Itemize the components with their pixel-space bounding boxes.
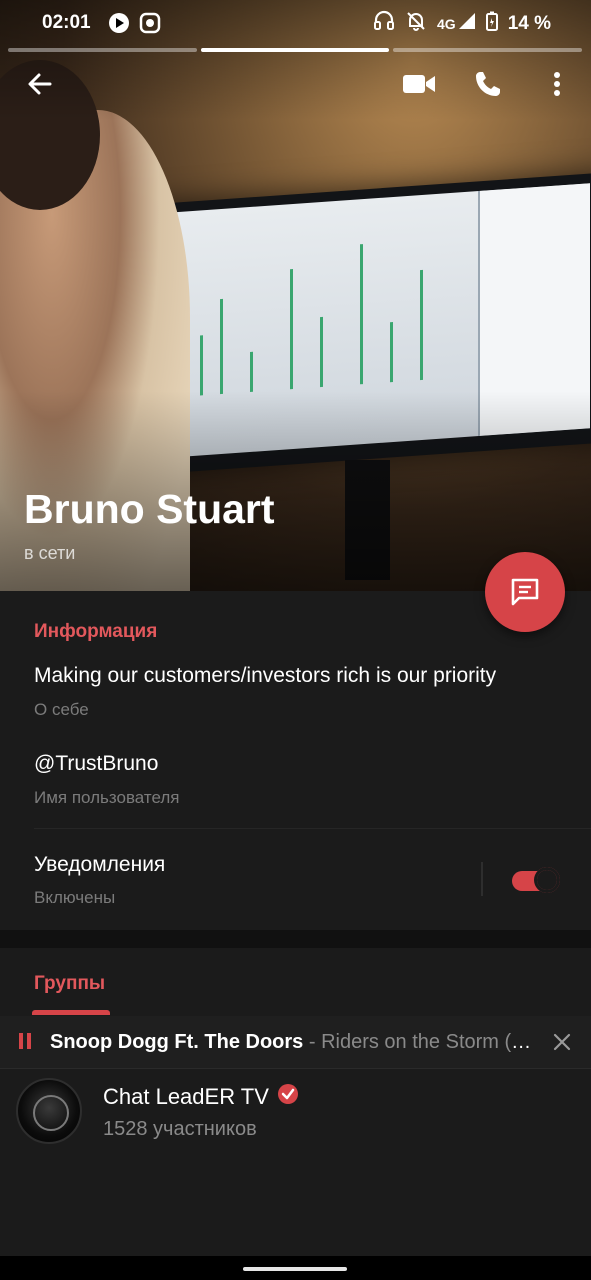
- more-options-button[interactable]: [533, 60, 581, 108]
- phone-icon: [476, 72, 500, 96]
- username-row[interactable]: @TrustBruno Имя пользователя: [0, 742, 591, 822]
- group-list-item[interactable]: Chat LeadER TV 1528 участников: [0, 1070, 591, 1156]
- section-gap: [0, 930, 591, 948]
- group-name: Chat LeadER TV: [103, 1084, 269, 1109]
- signal-icon: [458, 12, 476, 36]
- verified-badge-icon: [277, 1083, 299, 1111]
- vertical-divider: [481, 862, 483, 896]
- screen-record-icon: [139, 12, 161, 40]
- profile-name: Bruno Stuart: [24, 486, 275, 532]
- home-gesture-pill[interactable]: [243, 1267, 347, 1271]
- username-label: Имя пользователя: [34, 788, 180, 807]
- divider: [34, 828, 591, 829]
- more-vert-icon: [554, 72, 560, 96]
- groups-section-title: Группы: [34, 973, 106, 994]
- video-camera-icon: [403, 75, 435, 93]
- group-avatar: [16, 1078, 82, 1144]
- notifications-title: Уведомления: [34, 853, 166, 876]
- send-message-button[interactable]: [485, 552, 565, 632]
- pause-icon[interactable]: [19, 1033, 31, 1049]
- navigation-bar: [0, 1256, 591, 1280]
- notifications-state: Включены: [34, 888, 116, 907]
- bio-label: О себе: [34, 700, 89, 719]
- music-player-bar[interactable]: Snoop Dogg Ft. The Doors - Riders on the…: [0, 1016, 591, 1069]
- back-button[interactable]: [16, 60, 64, 108]
- message-icon: [511, 578, 539, 606]
- bio-text: Making our customers/investors rich is o…: [34, 664, 497, 687]
- info-section-title: Информация: [34, 621, 158, 642]
- photo-progress: [8, 48, 583, 52]
- status-time: 02:01: [42, 12, 91, 33]
- status-bar: 02:01 4G 14 %: [0, 0, 591, 46]
- back-arrow-icon: [28, 73, 52, 95]
- play-icon: [108, 12, 130, 40]
- battery-percent: 14 %: [507, 13, 551, 34]
- headset-icon: [373, 10, 395, 38]
- tab-indicator: [32, 1010, 110, 1015]
- notifications-off-icon: [405, 10, 427, 38]
- notifications-row[interactable]: Уведомления Включены: [0, 840, 480, 920]
- now-playing-song: - Riders on the Storm (Fredwreck Remix): [308, 1031, 540, 1053]
- network-type: 4G: [437, 16, 456, 32]
- username-text: @TrustBruno: [34, 752, 159, 775]
- now-playing-artist: Snoop Dogg Ft. The Doors: [50, 1031, 304, 1053]
- battery-icon: [485, 11, 498, 37]
- video-call-button[interactable]: [395, 60, 443, 108]
- group-member-count: 1528 участников: [103, 1118, 257, 1140]
- profile-presence: в сети: [24, 543, 76, 563]
- now-playing: Snoop Dogg Ft. The Doors - Riders on the…: [50, 1031, 540, 1054]
- close-player-button[interactable]: [548, 1028, 576, 1056]
- notifications-toggle[interactable]: [512, 867, 560, 893]
- bio-row[interactable]: Making our customers/investors rich is o…: [0, 655, 591, 733]
- voice-call-button[interactable]: [464, 60, 512, 108]
- close-icon: [553, 1033, 571, 1051]
